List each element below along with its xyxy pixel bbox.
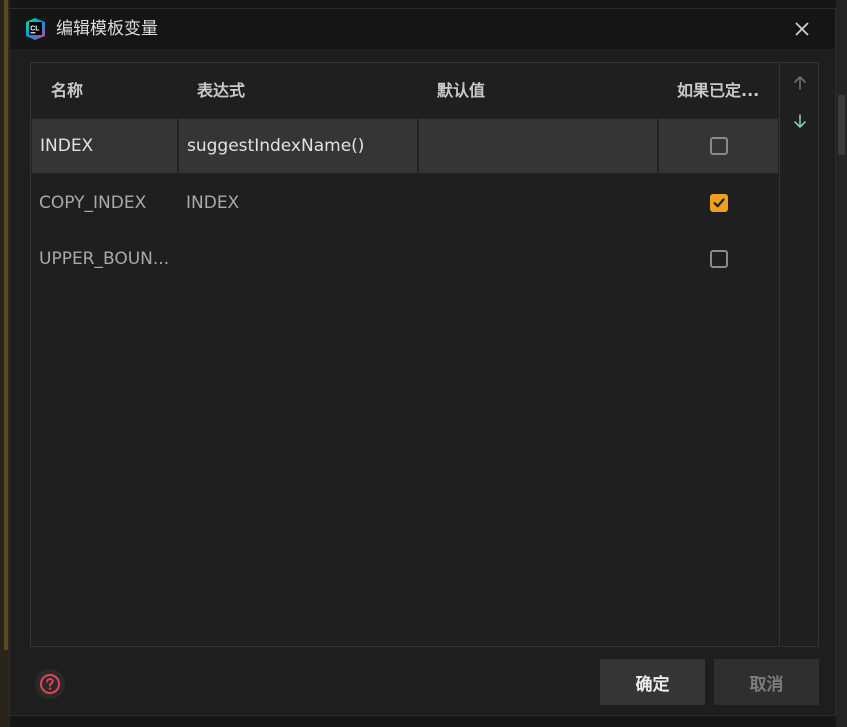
- arrow-up-icon: [794, 76, 806, 90]
- expression-cell[interactable]: INDEX: [186, 175, 418, 231]
- background-scrollbar: [838, 95, 845, 155]
- skip-if-defined-cell[interactable]: [658, 175, 779, 231]
- skip-if-defined-checkbox[interactable]: [709, 137, 728, 155]
- background-left-accent: [4, 0, 8, 650]
- default-value-cell[interactable]: [418, 118, 658, 174]
- help-button[interactable]: [35, 669, 65, 699]
- column-header-expression[interactable]: 表达式: [197, 80, 245, 102]
- expression-cell[interactable]: suggestIndexName(): [178, 118, 418, 174]
- arrow-down-icon: [794, 114, 806, 128]
- skip-if-defined-checkbox[interactable]: [709, 250, 728, 268]
- dialog-title: 编辑模板变量: [56, 19, 158, 39]
- cancel-button[interactable]: 取消: [714, 659, 819, 705]
- name-cell[interactable]: INDEX: [31, 118, 178, 174]
- skip-if-defined-checkbox[interactable]: [709, 194, 728, 212]
- table-header: 名称 表达式 默认值 如果已定...: [31, 63, 779, 118]
- variables-table: 名称 表达式 默认值 如果已定... INDEX suggestIndexNam…: [30, 62, 780, 647]
- clion-logo-icon: CL: [23, 17, 47, 41]
- move-up-button[interactable]: [790, 73, 810, 93]
- name-cell[interactable]: UPPER_BOUN...: [39, 231, 178, 287]
- table-row[interactable]: INDEX suggestIndexName(): [31, 118, 779, 174]
- default-value-cell[interactable]: [426, 175, 658, 231]
- name-cell[interactable]: COPY_INDEX: [39, 175, 178, 231]
- expression-cell[interactable]: [186, 231, 418, 287]
- column-header-skip-if-defined[interactable]: 如果已定...: [677, 80, 759, 102]
- edit-template-variables-dialog: CL 编辑模板变量 名称 表达式 默认值 如果已定... INDEX sugge…: [9, 8, 836, 716]
- skip-if-defined-cell[interactable]: [658, 231, 779, 287]
- row-move-toolbar: [781, 62, 819, 647]
- checkmark-icon: [712, 198, 725, 208]
- close-icon: [795, 22, 809, 36]
- table-row[interactable]: UPPER_BOUN...: [31, 231, 779, 287]
- default-value-cell[interactable]: [426, 231, 658, 287]
- ok-button[interactable]: 确定: [600, 659, 705, 705]
- dialog-titlebar: CL 编辑模板变量: [10, 9, 835, 49]
- column-header-default-value[interactable]: 默认值: [437, 80, 485, 102]
- table-row[interactable]: COPY_INDEX INDEX: [31, 175, 779, 231]
- column-header-name[interactable]: 名称: [51, 80, 83, 102]
- move-down-button[interactable]: [790, 111, 810, 131]
- skip-if-defined-cell[interactable]: [658, 118, 779, 174]
- svg-text:CL: CL: [30, 26, 40, 33]
- help-icon: [40, 674, 60, 694]
- close-button[interactable]: [790, 17, 814, 41]
